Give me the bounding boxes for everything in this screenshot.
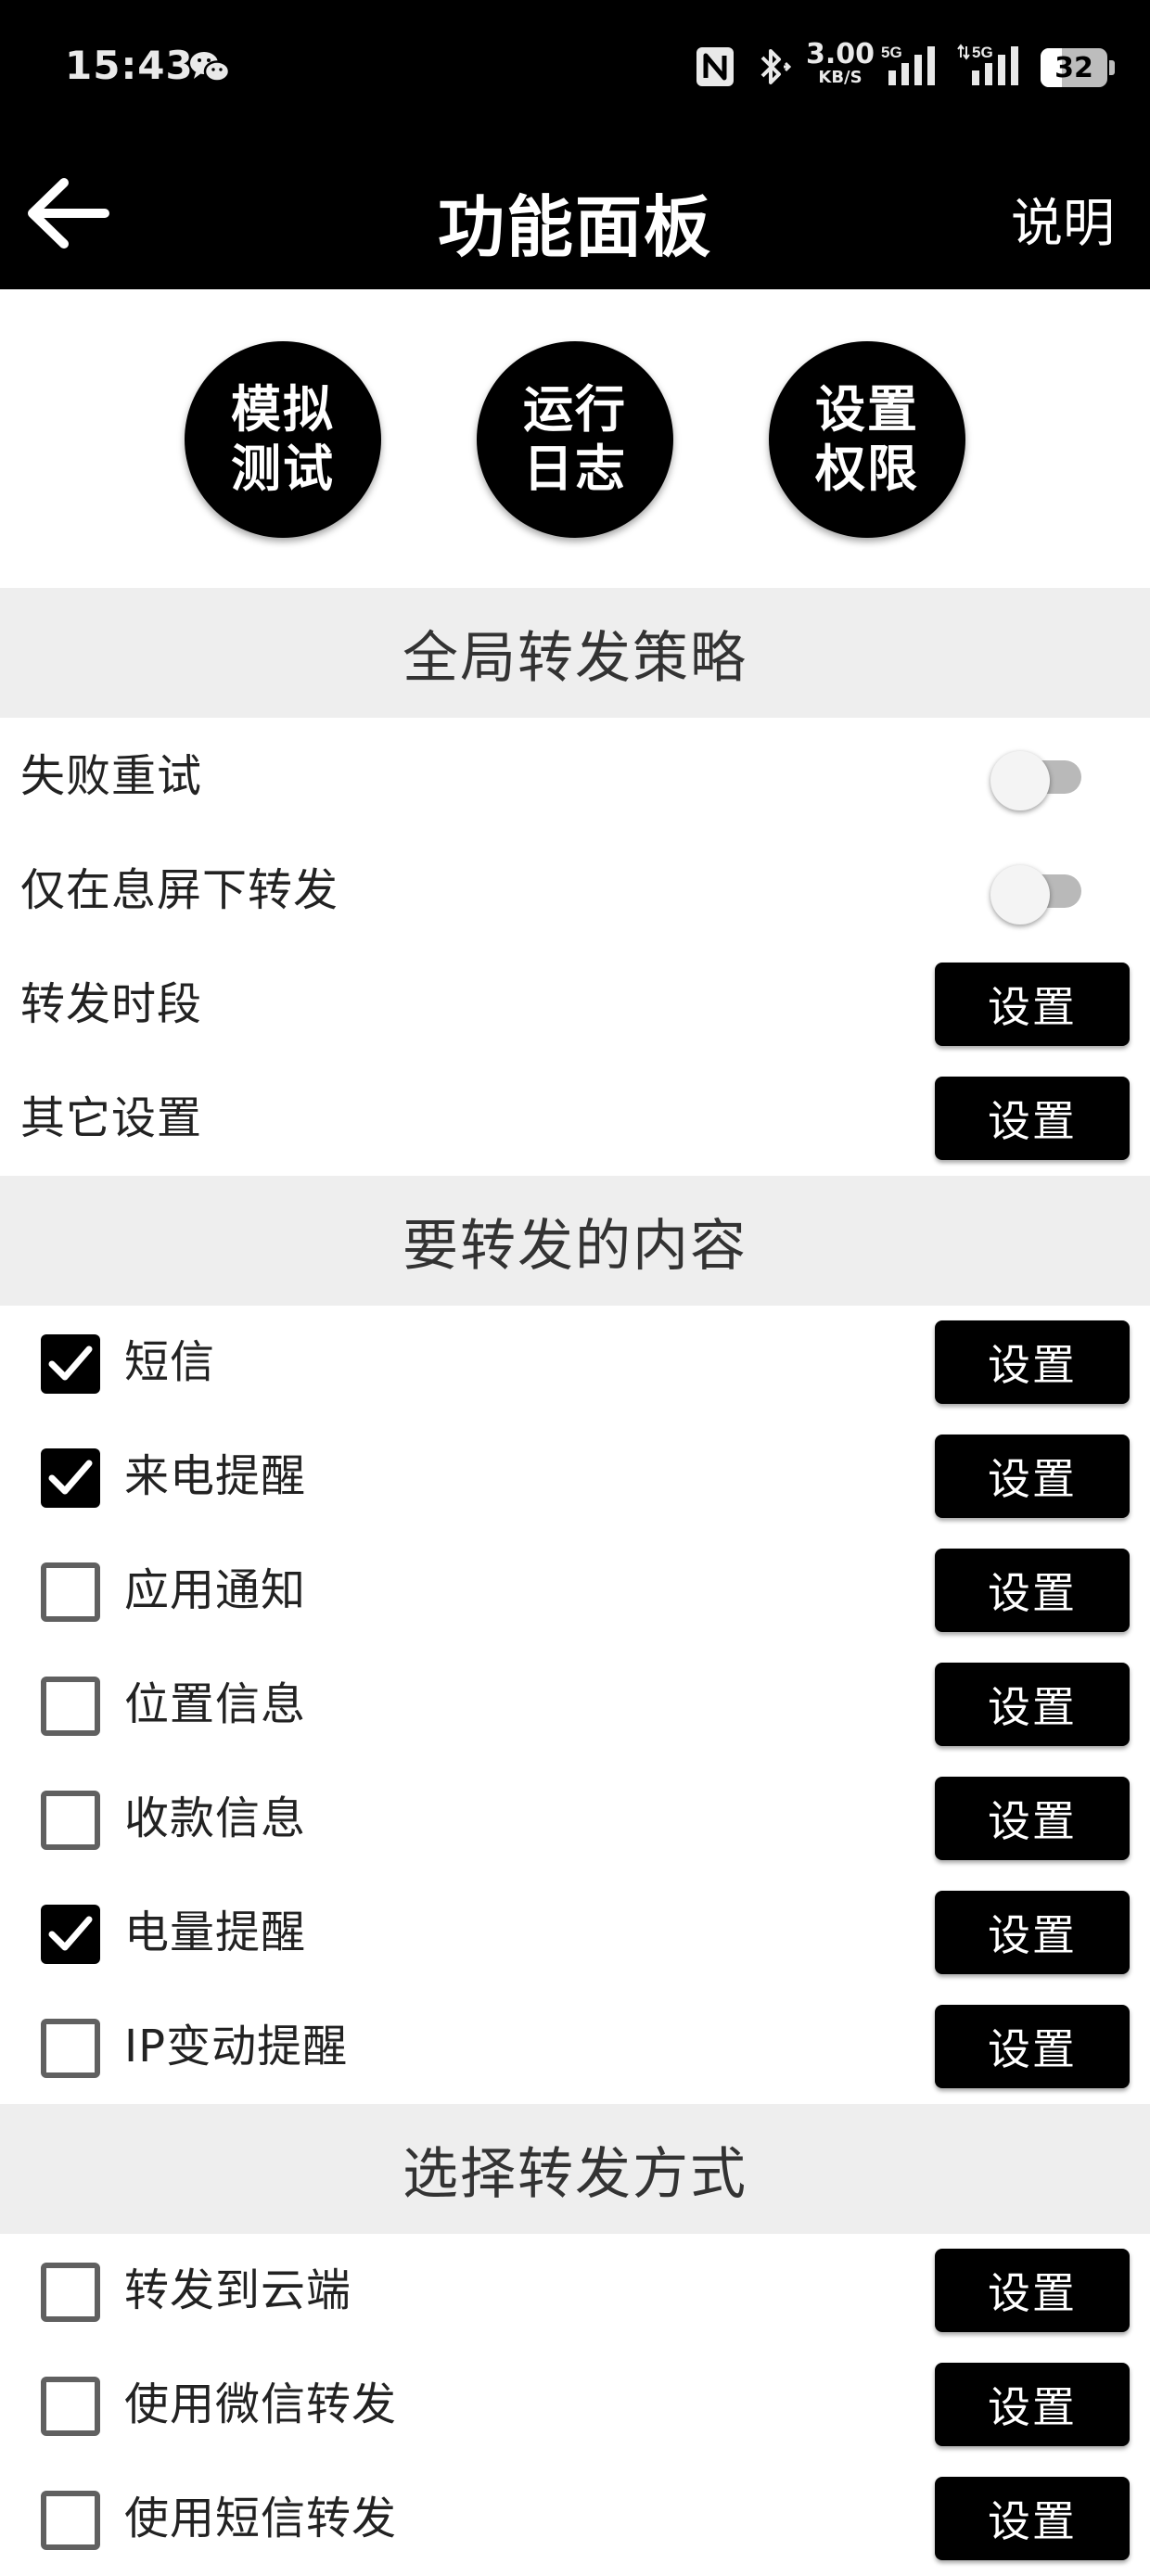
- row-label: 应用通知: [124, 1564, 307, 1616]
- wechat-checkbox[interactable]: [41, 2377, 100, 2436]
- setting-row-other-settings: 其它设置 设置: [0, 1062, 1150, 1176]
- app-bar: 功能面板 说明: [0, 137, 1150, 289]
- row-label: 其它设置: [20, 1092, 203, 1144]
- location-settings-button[interactable]: 设置: [935, 1663, 1130, 1746]
- button-label-line: 测试: [231, 440, 335, 498]
- help-button[interactable]: 说明: [1011, 182, 1115, 257]
- row-label: 电量提醒: [124, 1906, 307, 1958]
- content-row-payment: 收款信息 设置: [0, 1762, 1150, 1876]
- row-label: 短信: [124, 1336, 216, 1388]
- battery-level: 32: [1054, 52, 1093, 84]
- ip-change-settings-button[interactable]: 设置: [935, 2005, 1130, 2088]
- button-label-line: 模拟: [231, 380, 335, 439]
- other-settings-button[interactable]: 设置: [935, 1077, 1130, 1160]
- ip-change-checkbox[interactable]: [41, 2019, 100, 2078]
- content-row-battery-alert: 电量提醒 设置: [0, 1876, 1150, 1990]
- call-alert-settings-button[interactable]: 设置: [935, 1435, 1130, 1518]
- payment-settings-button[interactable]: 设置: [935, 1777, 1130, 1860]
- button-label-line: 设置: [815, 380, 919, 439]
- set-permissions-button[interactable]: 设置 权限: [769, 341, 965, 538]
- button-label-line: 日志: [523, 440, 627, 498]
- call-alert-checkbox[interactable]: [41, 1448, 100, 1508]
- run-log-button[interactable]: 运行 日志: [477, 341, 673, 538]
- sms-forward-settings-button[interactable]: 设置: [935, 2477, 1130, 2560]
- setting-row-screen-off-only: 仅在息屏下转发: [0, 834, 1150, 948]
- signal-1-label: 5G: [881, 44, 902, 61]
- row-label: 使用短信转发: [124, 2493, 398, 2544]
- location-checkbox[interactable]: [41, 1677, 100, 1736]
- content-row-call-alert: 来电提醒 设置: [0, 1420, 1150, 1534]
- setting-row-retry-on-failure: 失败重试: [0, 720, 1150, 834]
- network-speed-unit: KB/S: [818, 68, 862, 87]
- section-header-global-strategy: 全局转发策略: [0, 588, 1150, 718]
- battery-icon: 32: [1041, 48, 1115, 87]
- row-label: IP变动提醒: [124, 2021, 349, 2072]
- network-speed: 3.00 KB/S: [803, 41, 877, 93]
- row-label: 仅在息屏下转发: [20, 864, 339, 916]
- signal-icon: 5G: [957, 43, 1031, 89]
- wechat-icon: [188, 48, 231, 85]
- row-label: 使用微信转发: [124, 2378, 398, 2430]
- status-indicators: 3.00 KB/S 5G 5G 32: [594, 0, 1150, 137]
- content-row-sms: 短信 设置: [0, 1306, 1150, 1420]
- method-row-cloud: 转发到云端 设置: [0, 2234, 1150, 2348]
- forward-period-settings-button[interactable]: 设置: [935, 963, 1130, 1046]
- button-label-line: 权限: [815, 440, 919, 498]
- button-label-line: 运行: [523, 380, 627, 439]
- app-notification-settings-button[interactable]: 设置: [935, 1549, 1130, 1632]
- quick-actions: 模拟 测试 运行 日志 设置 权限: [0, 289, 1150, 588]
- content-row-app-notification: 应用通知 设置: [0, 1534, 1150, 1648]
- row-label: 收款信息: [124, 1792, 307, 1844]
- cloud-settings-button[interactable]: 设置: [935, 2249, 1130, 2332]
- section-header-content: 要转发的内容: [0, 1176, 1150, 1306]
- cloud-checkbox[interactable]: [41, 2263, 100, 2322]
- nfc-icon: [696, 46, 735, 87]
- sms-checkbox[interactable]: [41, 1334, 100, 1394]
- network-speed-value: 3.00: [805, 38, 875, 70]
- content-row-ip-change: IP变动提醒 设置: [0, 1990, 1150, 2104]
- status-bar: 15:43 3.00 KB/S 5G 5G 32: [0, 0, 1150, 137]
- payment-checkbox[interactable]: [41, 1791, 100, 1850]
- row-label: 转发时段: [20, 978, 203, 1030]
- setting-row-forward-period: 转发时段 设置: [0, 948, 1150, 1062]
- screen-off-only-toggle[interactable]: [990, 865, 1087, 925]
- content-row-location: 位置信息 设置: [0, 1648, 1150, 1762]
- page-title: 功能面板: [437, 188, 712, 266]
- simulate-test-button[interactable]: 模拟 测试: [185, 341, 381, 538]
- bluetooth-icon: [751, 45, 796, 89]
- method-row-sms: 使用短信转发 设置: [0, 2462, 1150, 2576]
- signal-2-label: 5G: [972, 44, 993, 61]
- checkmark-icon: [48, 1916, 93, 1951]
- row-label: 来电提醒: [124, 1450, 307, 1502]
- battery-alert-settings-button[interactable]: 设置: [935, 1891, 1130, 1974]
- retry-on-failure-toggle[interactable]: [990, 751, 1087, 810]
- signal-icon: 5G: [881, 43, 948, 89]
- row-label: 失败重试: [20, 750, 203, 802]
- sms-settings-button[interactable]: 设置: [935, 1320, 1130, 1404]
- status-time: 15:43: [65, 43, 194, 88]
- row-label: 位置信息: [124, 1678, 307, 1730]
- section-header-method: 选择转发方式: [0, 2104, 1150, 2234]
- battery-alert-checkbox[interactable]: [41, 1905, 100, 1964]
- checkmark-icon: [48, 1345, 93, 1381]
- method-row-wechat: 使用微信转发 设置: [0, 2348, 1150, 2462]
- row-label: 转发到云端: [124, 2264, 352, 2316]
- sms-forward-checkbox[interactable]: [41, 2491, 100, 2550]
- app-notification-checkbox[interactable]: [41, 1562, 100, 1622]
- wechat-settings-button[interactable]: 设置: [935, 2363, 1130, 2446]
- checkmark-icon: [48, 1460, 93, 1495]
